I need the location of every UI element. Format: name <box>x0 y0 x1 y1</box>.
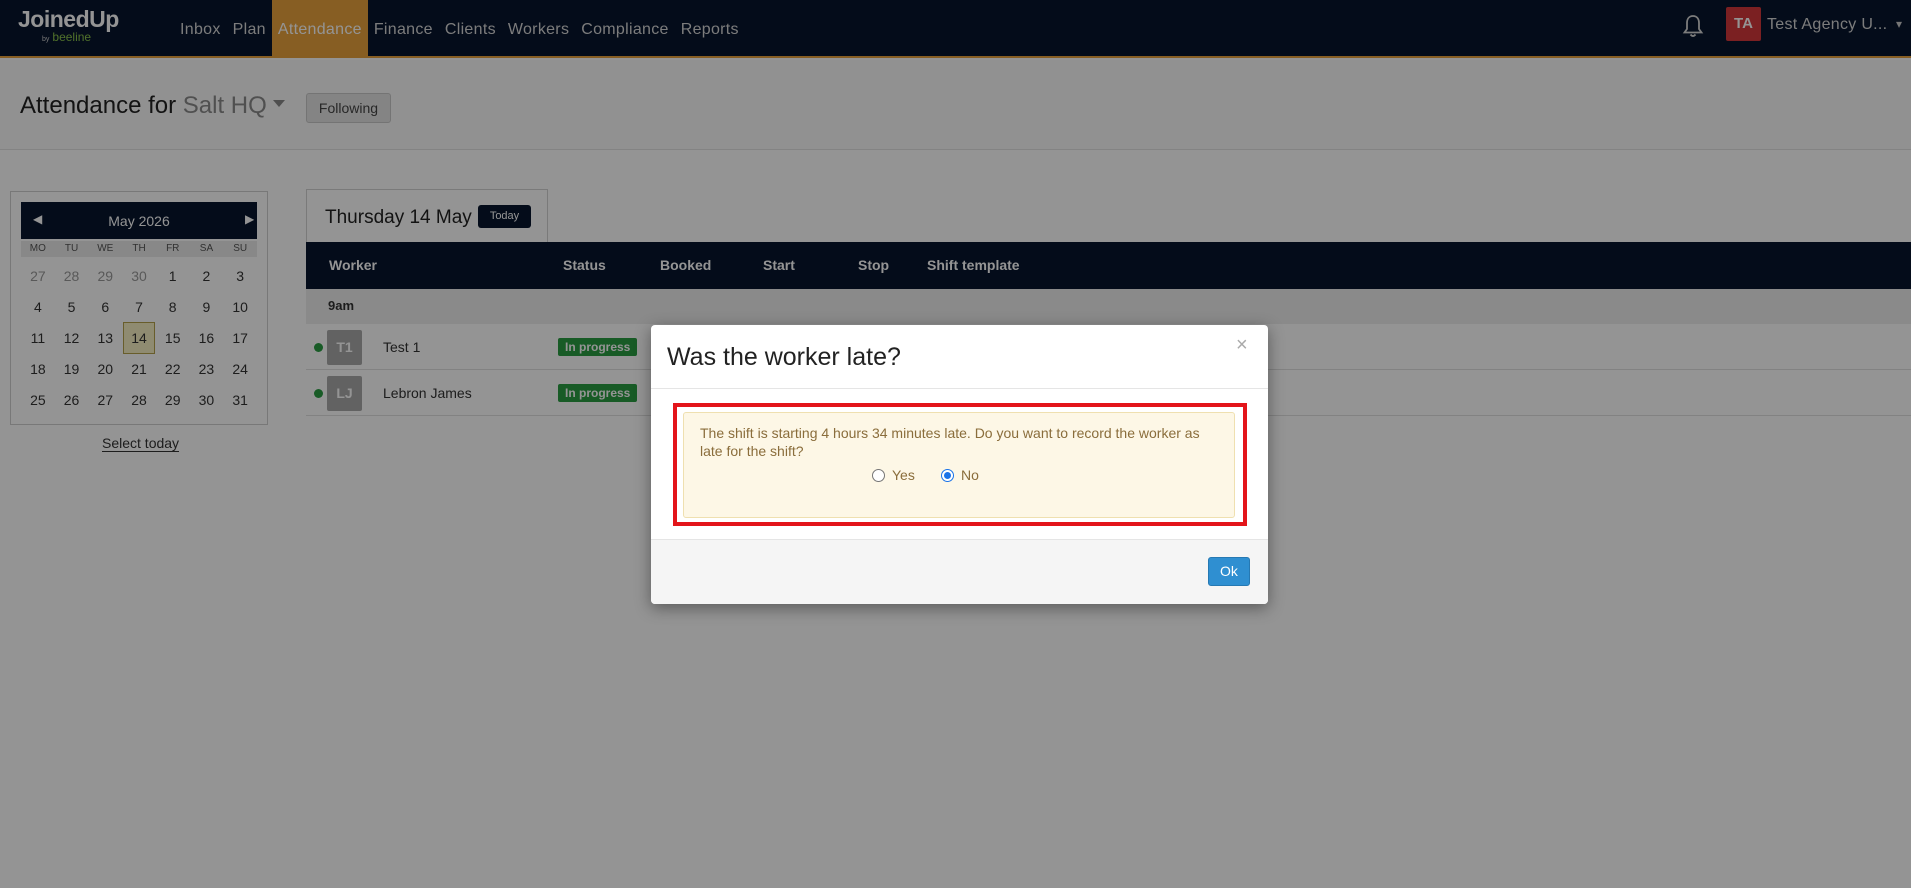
radio-yes-circle[interactable] <box>872 468 885 482</box>
radio-no-circle[interactable] <box>941 468 954 482</box>
dialog-footer: Ok <box>651 539 1268 604</box>
worker-late-dialog: Was the worker late? × The shift is star… <box>651 325 1268 604</box>
radio-no-label[interactable]: No <box>961 467 979 483</box>
close-icon[interactable]: × <box>1236 334 1248 357</box>
radio-yes-label[interactable]: Yes <box>892 467 915 483</box>
late-warning-box: The shift is starting 4 hours 34 minutes… <box>683 412 1235 518</box>
late-warning-message: The shift is starting 4 hours 34 minutes… <box>700 425 1200 459</box>
radio-yes[interactable]: Yes <box>872 467 915 483</box>
dialog-divider <box>651 388 1268 389</box>
ok-button[interactable]: Ok <box>1208 557 1250 586</box>
dialog-title: Was the worker late? <box>667 343 901 371</box>
radio-no[interactable]: No <box>941 467 979 483</box>
